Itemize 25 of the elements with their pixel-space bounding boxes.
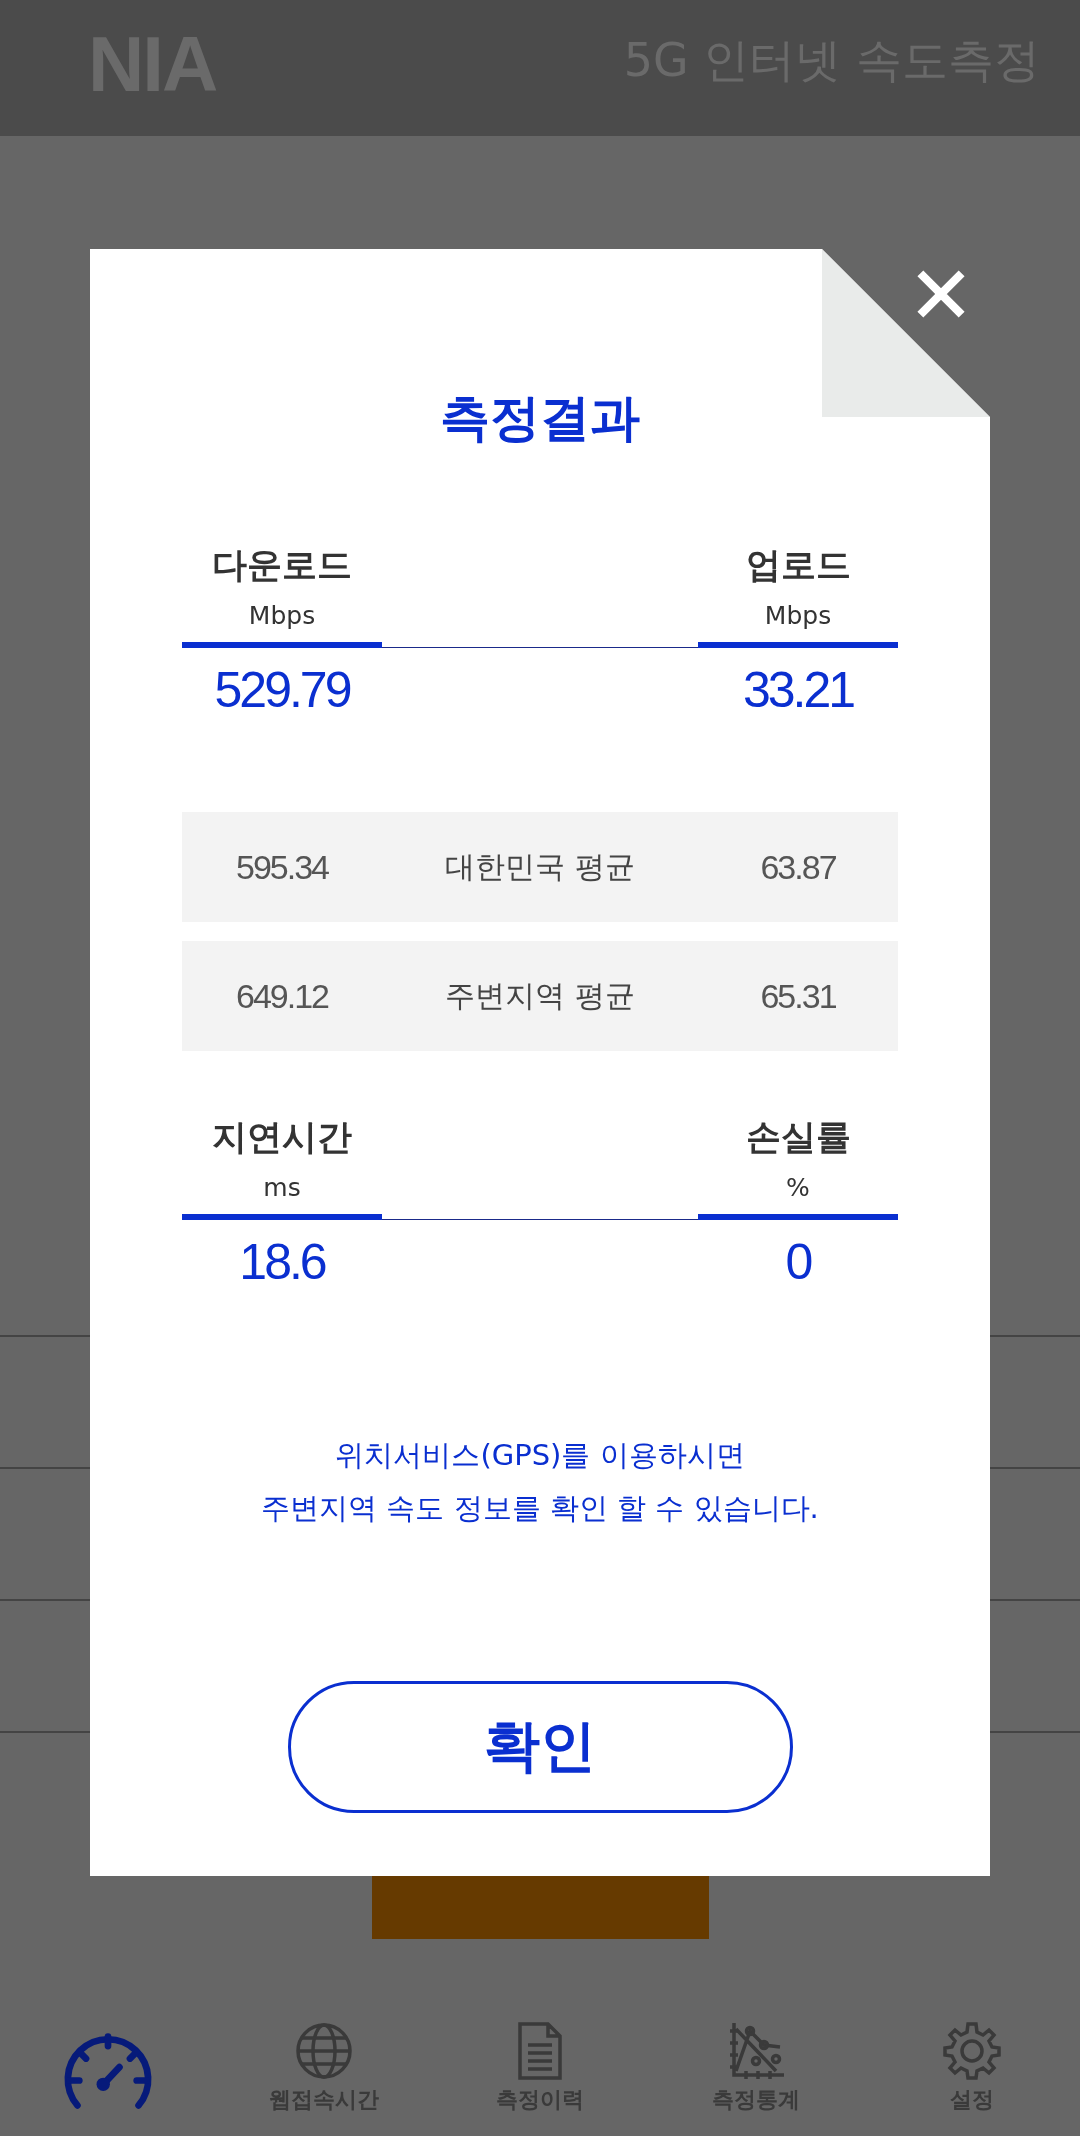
metric-label: 다운로드 xyxy=(212,544,352,587)
metric-label: 업로드 xyxy=(745,544,851,587)
average-value: 63.87 xyxy=(760,847,836,887)
close-icon[interactable] xyxy=(915,268,967,320)
dialog-title: 측정결과 xyxy=(440,388,640,448)
metric-label: 지연시간 xyxy=(212,1116,352,1159)
average-value: 65.31 xyxy=(760,976,836,1016)
average-label: 대한민국 평균 xyxy=(445,847,635,886)
unit-label: Mbps xyxy=(764,600,832,632)
metric-label: 손실률 xyxy=(745,1116,851,1159)
average-value: 649.12 xyxy=(236,976,328,1016)
metric-value: 33.21 xyxy=(742,661,854,720)
notice-text: 위치서비스(GPS)를 이용하시면 xyxy=(335,1437,745,1474)
unit-label: Mbps xyxy=(248,600,316,632)
unit-label: % xyxy=(786,1172,810,1204)
globe-icon xyxy=(294,2021,354,2081)
average-label: 주변지역 평균 xyxy=(445,976,635,1015)
metric-value: 18.6 xyxy=(239,1233,325,1292)
confirm-button[interactable]: 확인 xyxy=(287,1681,793,1813)
metric-value: 529.79 xyxy=(214,661,350,720)
average-value: 595.34 xyxy=(236,847,328,887)
notice-text: 주변지역 속도 정보를 확인 할 수 있습니다. xyxy=(261,1490,819,1527)
settings-icon xyxy=(942,2021,1002,2081)
metric-value: 0 xyxy=(785,1233,811,1292)
unit-label: ms xyxy=(263,1172,301,1204)
